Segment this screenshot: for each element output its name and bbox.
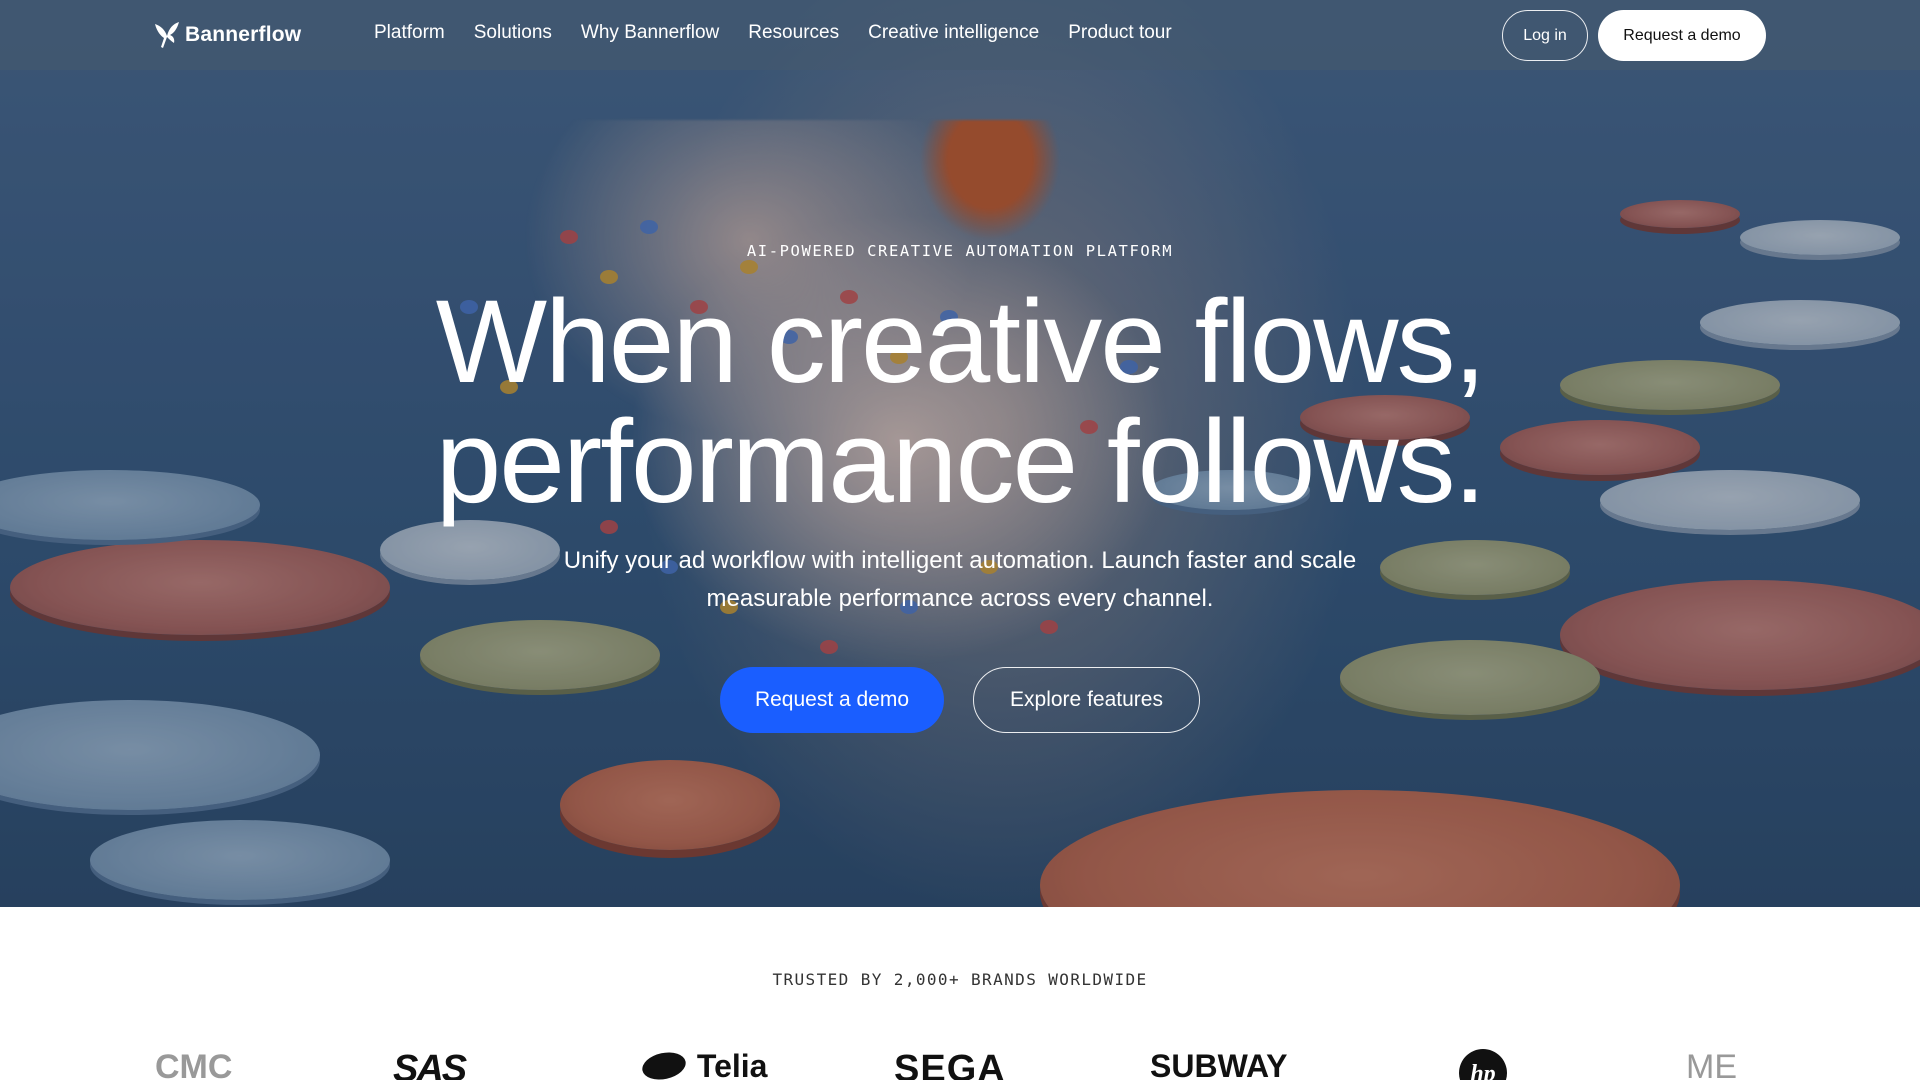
login-button[interactable]: Log in — [1502, 10, 1588, 61]
brand-logo-subway: SUBWAY — [1150, 1048, 1288, 1080]
headline-line-1: When creative flows, — [435, 276, 1487, 408]
butterfly-logo-icon — [155, 22, 179, 48]
brand-logo-cmc: CMC — [155, 1048, 233, 1080]
nav-link-platform[interactable]: Platform — [374, 22, 445, 44]
brand-logo-sas: SAS — [393, 1048, 467, 1080]
brand-logo-me: ME — [1686, 1048, 1737, 1080]
brand-logos-strip: CMC SAS Telia SEGA SUBWAY hp ME — [0, 1040, 1920, 1080]
headline-line-2: performance follows. — [435, 396, 1487, 528]
brand-logo-hp: hp — [1458, 1048, 1508, 1080]
top-navigation: Bannerflow Platform Solutions Why Banner… — [0, 0, 1920, 70]
nav-link-creative-intelligence[interactable]: Creative intelligence — [868, 22, 1039, 44]
trusted-by-label: TRUSTED BY 2,000+ BRANDS WORLDWIDE — [772, 970, 1148, 989]
hero-headline: When creative flows, performance follows… — [0, 282, 1920, 522]
brand-logo-telia: Telia — [640, 1048, 767, 1080]
nav-links: Platform Solutions Why Bannerflow Resour… — [374, 22, 1201, 44]
svg-text:hp: hp — [1470, 1061, 1495, 1080]
brand-logo-sega: SEGA — [894, 1048, 1006, 1080]
nav-link-solutions[interactable]: Solutions — [474, 22, 552, 44]
hero-eyebrow: AI-POWERED CREATIVE AUTOMATION PLATFORM — [746, 242, 1174, 260]
request-demo-button[interactable]: Request a demo — [720, 667, 944, 733]
telia-pebble-icon — [642, 1052, 686, 1080]
nav-link-resources[interactable]: Resources — [748, 22, 839, 44]
explore-features-button[interactable]: Explore features — [973, 667, 1200, 733]
nav-link-why-bannerflow[interactable]: Why Bannerflow — [581, 22, 719, 44]
brand-name: Bannerflow — [185, 23, 302, 46]
bannerflow-logo[interactable]: Bannerflow — [153, 20, 301, 50]
nav-link-product-tour[interactable]: Product tour — [1068, 22, 1172, 44]
hero-subtext: Unify your ad workflow with intelligent … — [563, 547, 1357, 612]
hp-circle-icon: hp — [1459, 1049, 1507, 1080]
nav-request-demo-button[interactable]: Request a demo — [1598, 10, 1766, 61]
